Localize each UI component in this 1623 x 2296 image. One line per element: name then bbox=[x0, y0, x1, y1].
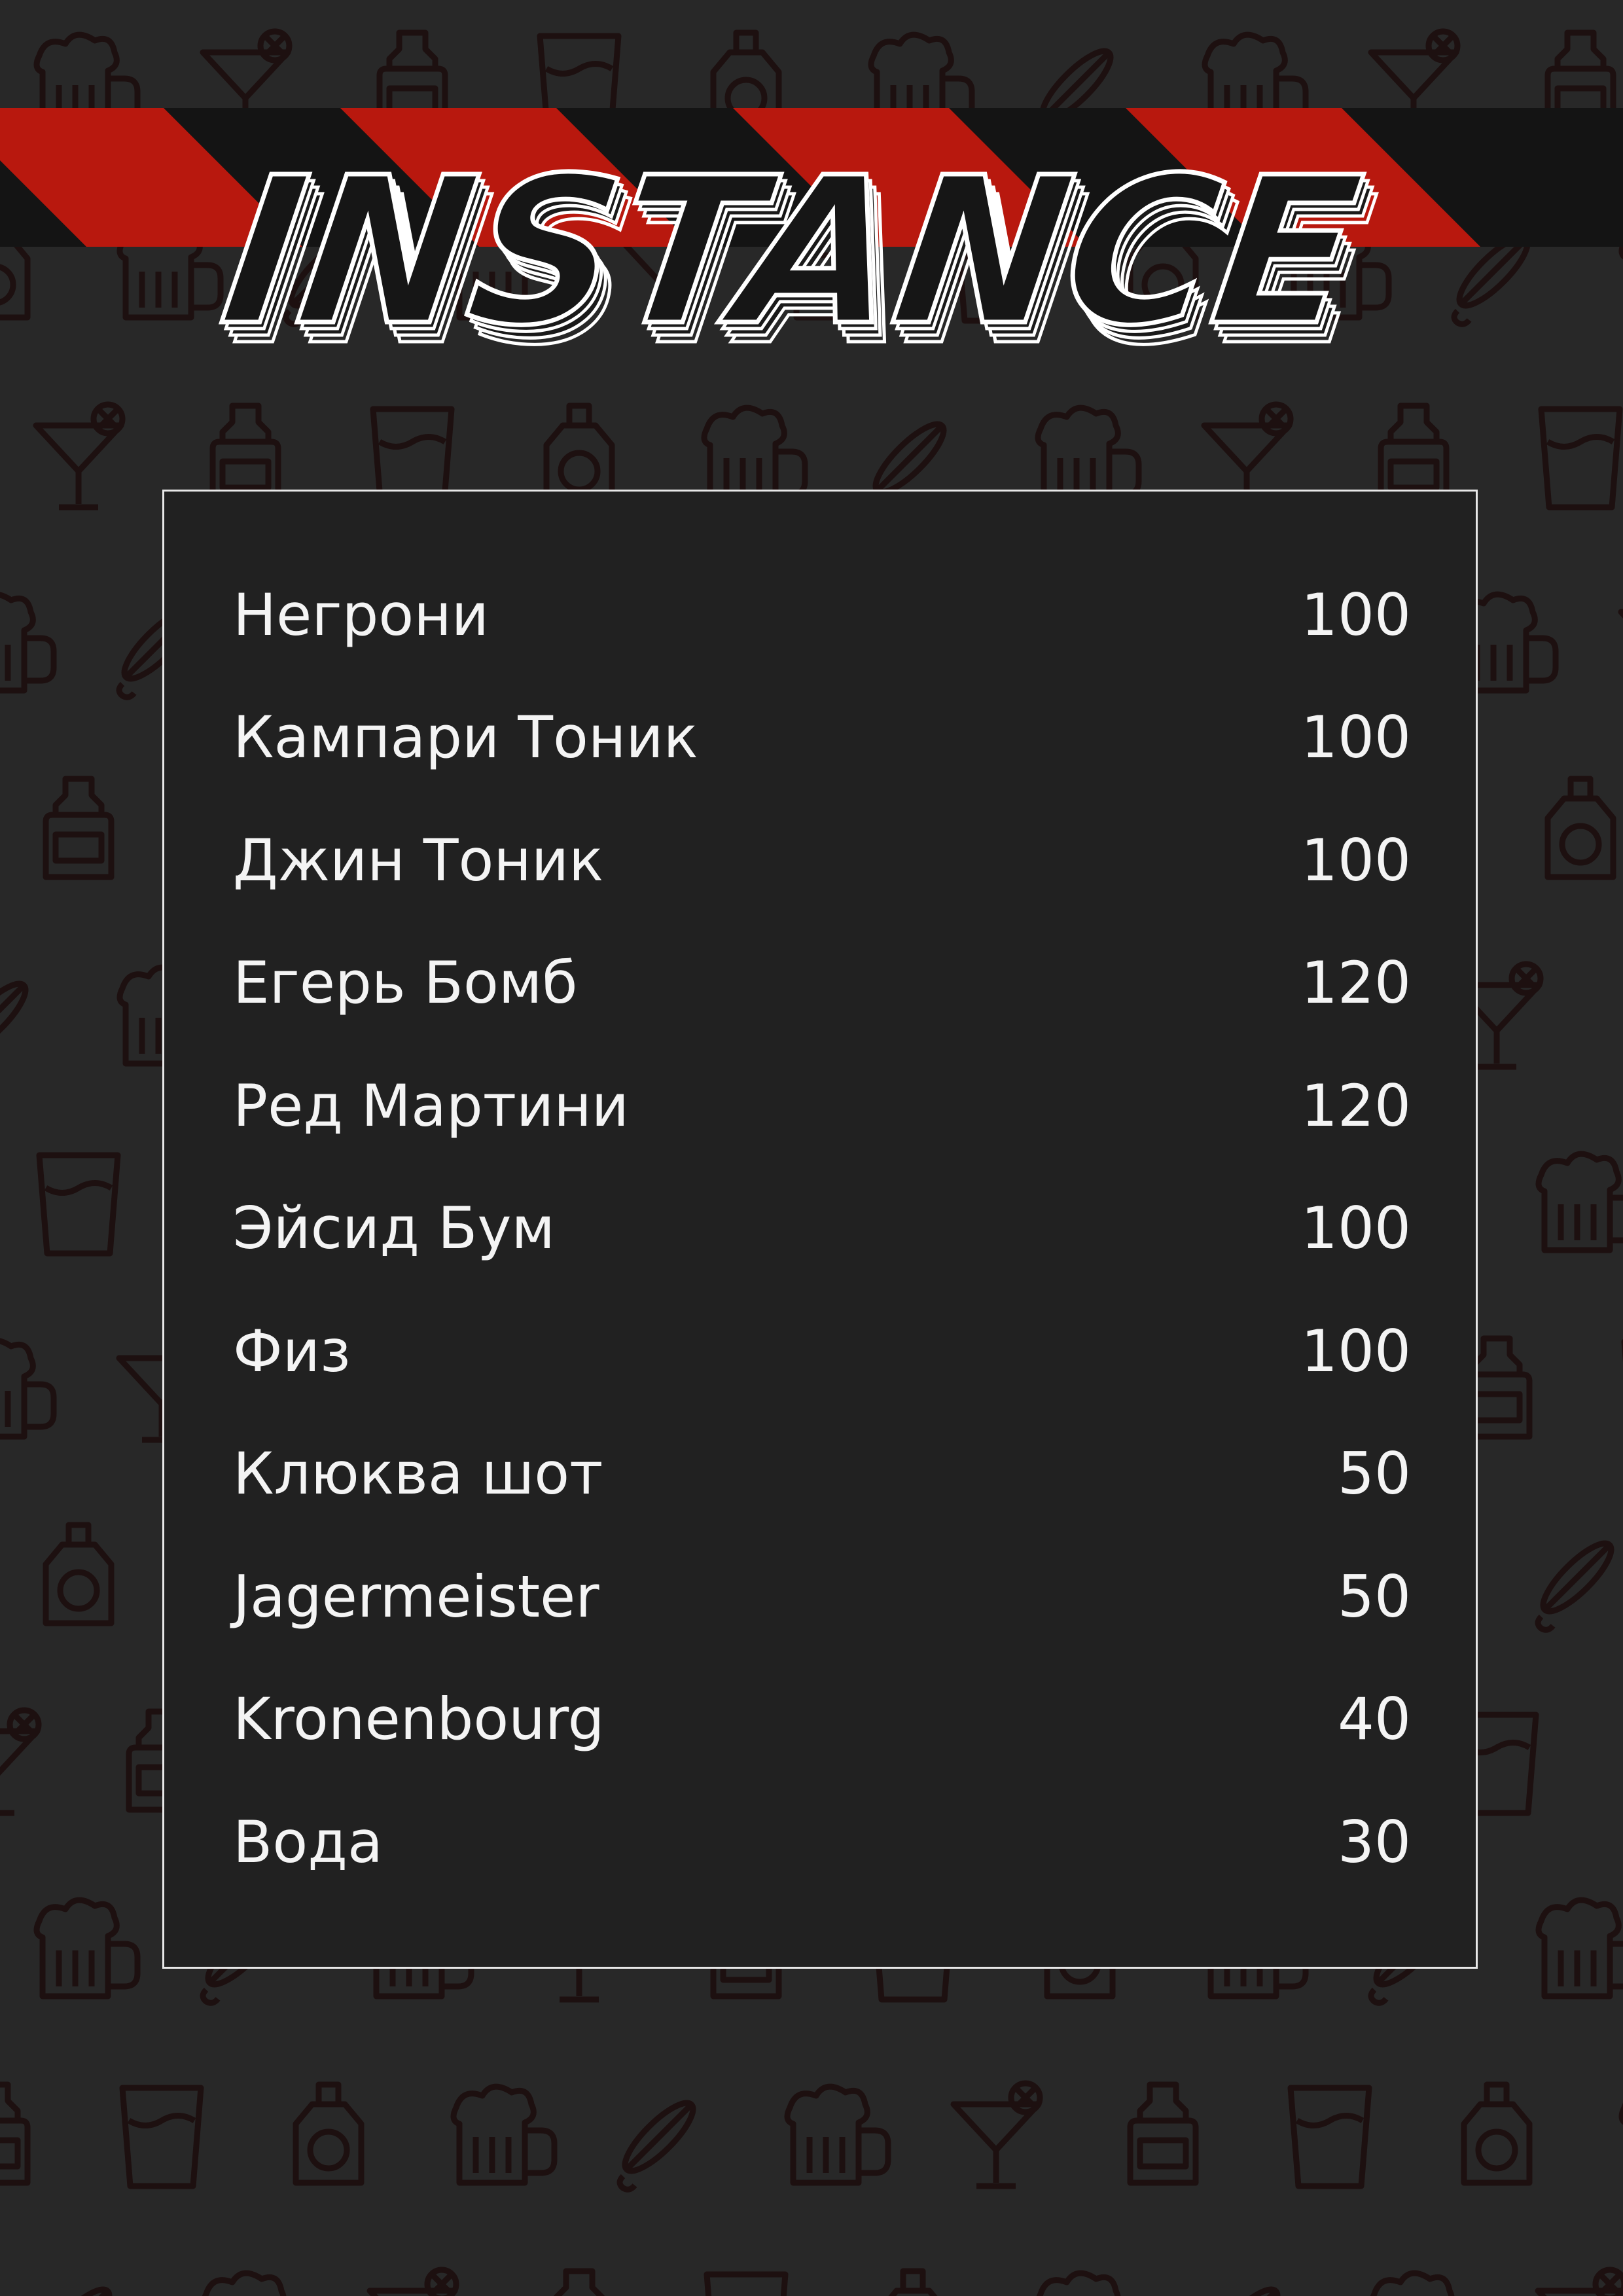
beer-mug-icon bbox=[1539, 1900, 1623, 1996]
whiskey-bottle-icon bbox=[1464, 2085, 1529, 2183]
menu-item-price: 100 bbox=[1301, 1194, 1411, 1263]
beer-mug-icon bbox=[454, 2087, 554, 2183]
menu-item: Физ 100 bbox=[233, 1290, 1411, 1413]
bottle-icon bbox=[1130, 2085, 1196, 2183]
cocktail-glass-icon bbox=[36, 404, 122, 507]
menu-item: Ред Мартини 120 bbox=[233, 1045, 1411, 1168]
menu-item-price: 50 bbox=[1338, 1562, 1411, 1630]
whiskey-bottle-icon bbox=[296, 2085, 361, 2183]
corkscrew-icon bbox=[616, 2094, 702, 2189]
whiskey-bottle-icon bbox=[880, 2271, 946, 2296]
cocktail-glass-icon bbox=[1538, 2270, 1623, 2296]
menu-item-name: Кампари Тоник bbox=[233, 704, 698, 772]
menu-list: Негрони 100 Кампари Тоник 100 Джин Тоник… bbox=[233, 554, 1411, 1904]
whiskey-bottle-icon bbox=[46, 1525, 111, 1623]
beer-mug-icon bbox=[1372, 2273, 1472, 2296]
menu-item-name: Jagermeister bbox=[233, 1562, 599, 1630]
menu-item-name: Клюква шот bbox=[233, 1440, 603, 1508]
menu-item-name: Физ bbox=[233, 1317, 351, 1385]
corkscrew-icon bbox=[33, 2281, 118, 2296]
menu-item-price: 50 bbox=[1338, 1440, 1411, 1508]
menu-item-price: 40 bbox=[1338, 1685, 1411, 1753]
menu-item-name: Егерь Бомб bbox=[233, 949, 578, 1017]
menu-item-price: 100 bbox=[1301, 826, 1411, 894]
beer-mug-icon bbox=[37, 1900, 137, 1996]
beer-mug-icon bbox=[787, 2087, 888, 2183]
tumbler-glass-icon bbox=[1541, 409, 1620, 507]
menu-item-name: Джин Тоник bbox=[233, 826, 604, 894]
menu-item-name: Ред Мартини bbox=[233, 1071, 629, 1139]
tumbler-glass-icon bbox=[122, 2088, 201, 2186]
menu-item-price: 100 bbox=[1301, 581, 1411, 649]
menu-item-name: Эйсид Бум bbox=[233, 1194, 555, 1263]
beer-mug-icon bbox=[0, 1340, 54, 1437]
menu-card: Негрони 100 Кампари Тоник 100 Джин Тоник… bbox=[162, 490, 1478, 1969]
menu-item: Вода 30 bbox=[233, 1781, 1411, 1904]
menu-item-name: Kronenbourg bbox=[233, 1685, 605, 1753]
corkscrew-icon bbox=[1201, 2281, 1286, 2296]
beer-mug-icon bbox=[204, 2273, 304, 2296]
menu-item: Джин Тоник 100 bbox=[233, 799, 1411, 922]
bottle-icon bbox=[0, 2085, 27, 2183]
menu-item-price: 120 bbox=[1301, 1071, 1411, 1139]
menu-item-name: Негрони bbox=[233, 581, 489, 649]
tumbler-glass-icon bbox=[707, 2274, 785, 2296]
menu-item: Kronenbourg 40 bbox=[233, 1659, 1411, 1782]
menu-item-price: 120 bbox=[1301, 949, 1411, 1017]
corkscrew-icon bbox=[1535, 1535, 1620, 1630]
menu-item-name: Вода bbox=[233, 1808, 383, 1876]
menu-item: Клюква шот 50 bbox=[233, 1413, 1411, 1536]
whiskey-bottle-icon bbox=[1548, 779, 1613, 877]
bottle-icon bbox=[46, 779, 111, 877]
beer-mug-icon bbox=[1539, 1154, 1623, 1250]
beer-mug-icon bbox=[0, 594, 54, 691]
brand-title: INSTANCE INSTANCE INSTANCE INSTANCE bbox=[0, 118, 1623, 391]
bottle-icon bbox=[546, 2271, 612, 2296]
cocktail-glass-icon bbox=[0, 1710, 39, 1813]
corkscrew-icon bbox=[0, 975, 34, 1070]
menu-item: Эйсид Бум 100 bbox=[233, 1168, 1411, 1291]
menu-item-price: 100 bbox=[1301, 1317, 1411, 1385]
menu-item: Кампари Тоник 100 bbox=[233, 677, 1411, 800]
tumbler-glass-icon bbox=[1291, 2088, 1369, 2186]
cocktail-glass-icon bbox=[370, 2270, 456, 2296]
menu-item: Егерь Бомб 120 bbox=[233, 922, 1411, 1045]
cocktail-glass-icon bbox=[954, 2083, 1040, 2186]
beer-mug-icon bbox=[1038, 2273, 1139, 2296]
tumbler-glass-icon bbox=[39, 1155, 118, 1253]
menu-item-price: 30 bbox=[1338, 1808, 1411, 1876]
menu-item: Jagermeister 50 bbox=[233, 1535, 1411, 1659]
title-text: INSTANCE bbox=[211, 134, 1372, 370]
menu-item: Негрони 100 bbox=[233, 554, 1411, 677]
menu-item-price: 100 bbox=[1301, 704, 1411, 772]
